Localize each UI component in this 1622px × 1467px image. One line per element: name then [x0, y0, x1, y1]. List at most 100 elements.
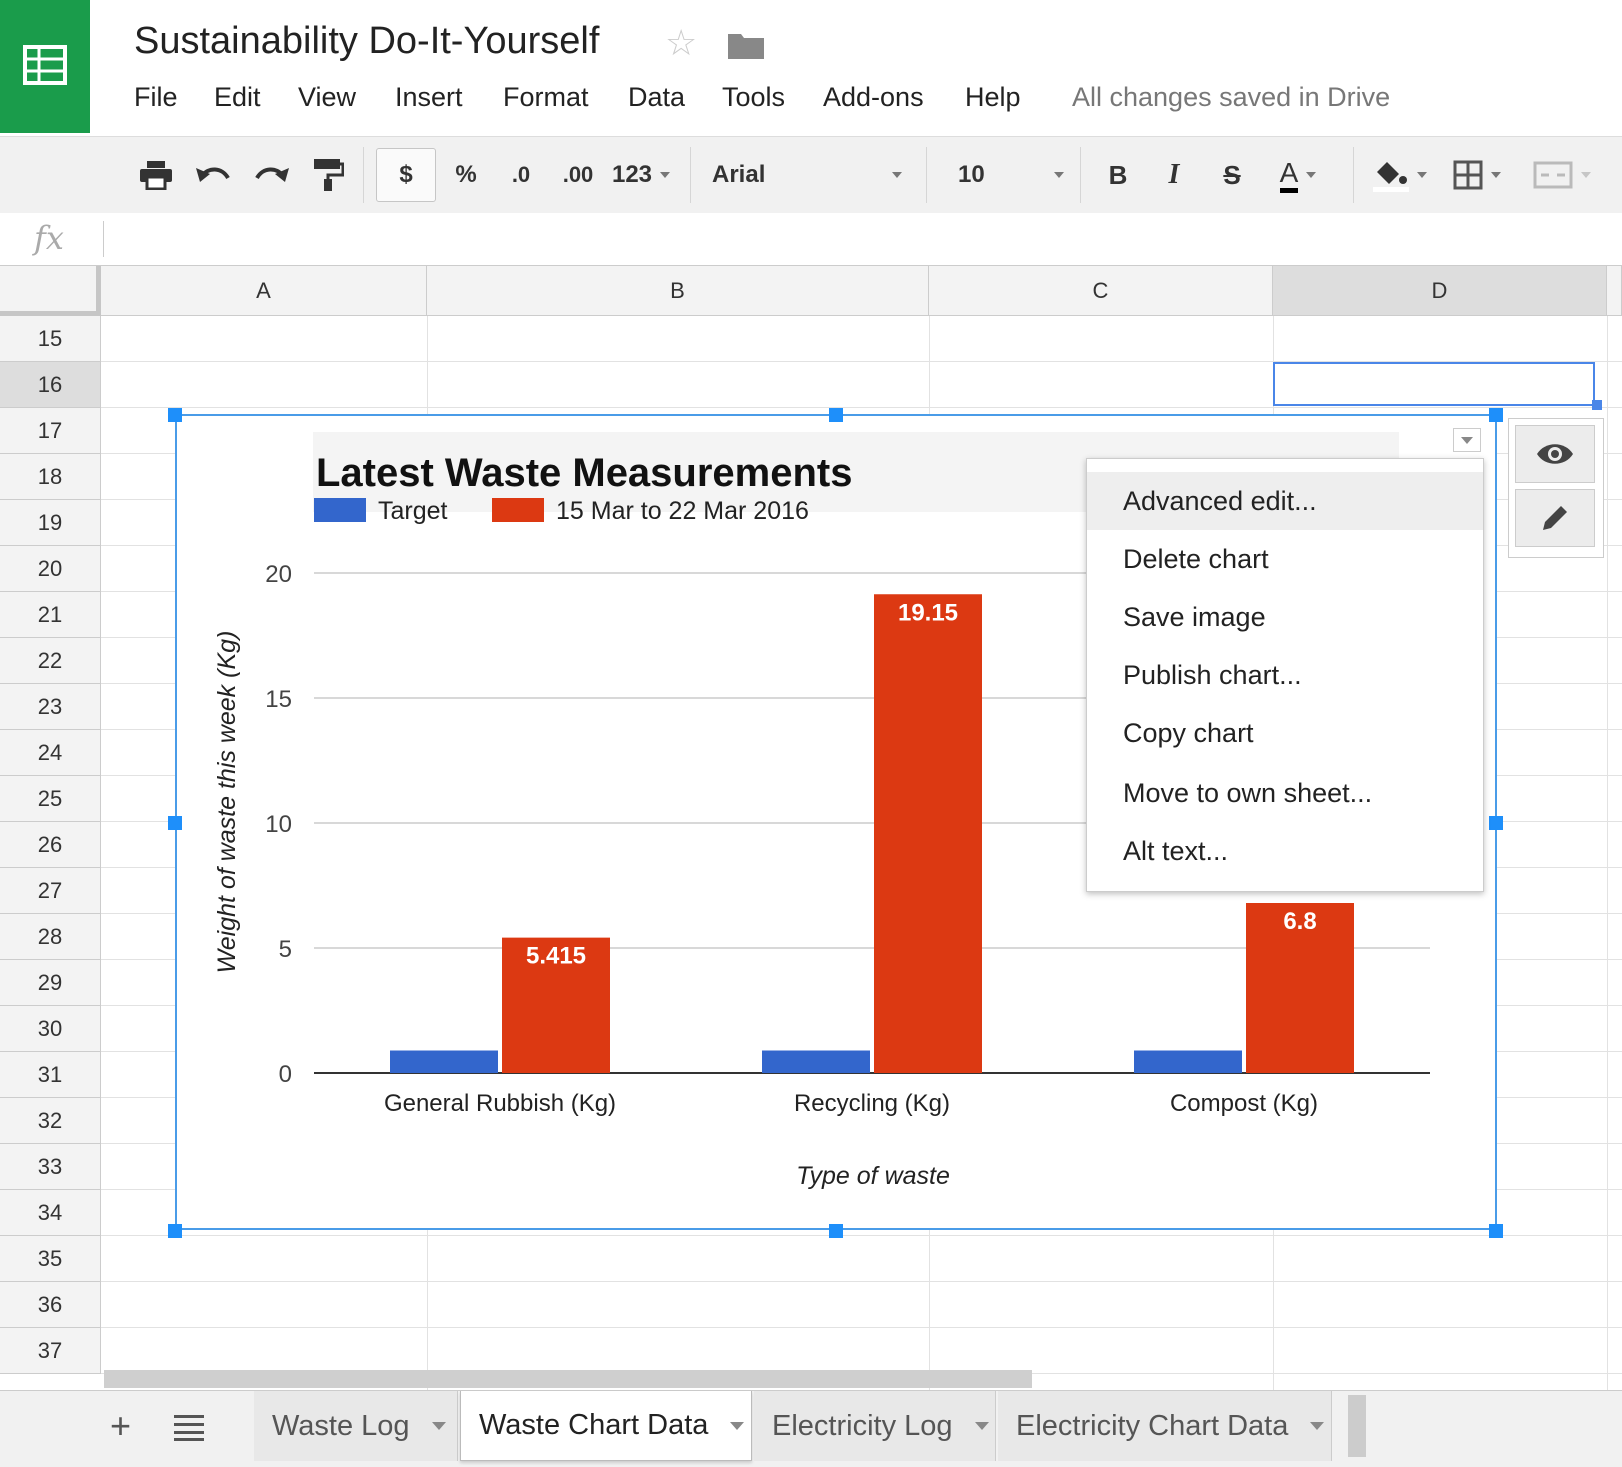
bar-target[interactable]: [762, 1050, 870, 1074]
undo-button[interactable]: [192, 137, 234, 213]
selected-cell[interactable]: [1273, 362, 1595, 406]
row-header[interactable]: 28: [0, 914, 101, 960]
bar-measurement[interactable]: [874, 594, 982, 1073]
menu-view[interactable]: View: [298, 82, 356, 113]
row-header[interactable]: 37: [0, 1328, 101, 1374]
horizontal-scrollbar[interactable]: [104, 1370, 1032, 1388]
text-color-button[interactable]: A: [1262, 137, 1334, 213]
row-header[interactable]: 23: [0, 684, 101, 730]
document-title[interactable]: Sustainability Do-It-Yourself: [134, 20, 599, 63]
menu-help[interactable]: Help: [965, 82, 1021, 113]
column-header-b[interactable]: B: [427, 266, 929, 316]
decrease-decimal-button[interactable]: .0: [500, 137, 542, 213]
row-header[interactable]: 29: [0, 960, 101, 1006]
row-header[interactable]: 17: [0, 408, 101, 454]
menu-delete-chart[interactable]: Delete chart: [1087, 530, 1483, 588]
borders-button[interactable]: [1449, 137, 1505, 213]
menu-alt-text[interactable]: Alt text...: [1087, 822, 1483, 880]
column-header-a[interactable]: A: [101, 266, 427, 316]
row-header[interactable]: 24: [0, 730, 101, 776]
chevron-down-icon[interactable]: [730, 1421, 745, 1430]
chevron-down-icon[interactable]: [431, 1422, 446, 1430]
paint-format-button[interactable]: [308, 137, 348, 213]
sheet-tab-electricity-log[interactable]: Electricity Log: [754, 1391, 996, 1461]
strikethrough-button[interactable]: S: [1214, 137, 1250, 213]
font-size-dropdown[interactable]: 10: [958, 137, 1064, 213]
select-all-corner[interactable]: [0, 266, 101, 316]
menu-addons[interactable]: Add-ons: [823, 82, 924, 113]
view-chart-button[interactable]: [1515, 425, 1595, 483]
row-header[interactable]: 26: [0, 822, 101, 868]
resize-handle-bottom[interactable]: [829, 1224, 843, 1238]
formula-input[interactable]: [112, 219, 1602, 259]
resize-handle-top-left[interactable]: [168, 408, 182, 422]
bold-button[interactable]: B: [1100, 137, 1136, 213]
resize-handle-right[interactable]: [1489, 816, 1503, 830]
resize-handle-left[interactable]: [168, 816, 182, 830]
chart-side-panel: [1508, 418, 1604, 558]
resize-handle-top[interactable]: [829, 408, 843, 422]
menu-insert[interactable]: Insert: [395, 82, 463, 113]
all-sheets-button[interactable]: [174, 1415, 204, 1446]
font-family-dropdown[interactable]: Arial: [712, 137, 902, 213]
edit-chart-button[interactable]: [1515, 489, 1595, 547]
sheet-tab-waste-log[interactable]: Waste Log: [254, 1391, 458, 1461]
menu-edit[interactable]: Edit: [214, 82, 261, 113]
percent-format-button[interactable]: %: [448, 137, 484, 213]
redo-button[interactable]: [251, 137, 293, 213]
row-header[interactable]: 18: [0, 454, 101, 500]
bar-data-label: 5.415: [526, 943, 586, 970]
row-header[interactable]: 27: [0, 868, 101, 914]
row-header[interactable]: 19: [0, 500, 101, 546]
italic-button[interactable]: I: [1156, 137, 1192, 213]
merge-cells-button[interactable]: [1524, 137, 1600, 213]
row-header[interactable]: 33: [0, 1144, 101, 1190]
folder-icon[interactable]: [727, 30, 765, 60]
row-header[interactable]: 20: [0, 546, 101, 592]
row-header[interactable]: 35: [0, 1236, 101, 1282]
menu-format[interactable]: Format: [503, 82, 589, 113]
resize-handle-bottom-right[interactable]: [1489, 1224, 1503, 1238]
sheets-logo[interactable]: [0, 0, 90, 133]
currency-format-button[interactable]: $: [376, 148, 436, 202]
fill-color-button[interactable]: [1369, 137, 1431, 213]
row-header[interactable]: 31: [0, 1052, 101, 1098]
row-header[interactable]: 30: [0, 1006, 101, 1052]
row-header[interactable]: 34: [0, 1190, 101, 1236]
chevron-down-icon[interactable]: [1310, 1422, 1325, 1430]
menu-move-to-own-sheet[interactable]: Move to own sheet...: [1087, 764, 1483, 822]
menu-tools[interactable]: Tools: [722, 82, 785, 113]
fill-handle[interactable]: [1592, 400, 1602, 410]
chart-menu-button[interactable]: [1453, 428, 1481, 452]
resize-handle-bottom-left[interactable]: [168, 1224, 182, 1238]
row-header[interactable]: 15: [0, 316, 101, 362]
bar-target[interactable]: [1134, 1050, 1242, 1074]
row-header[interactable]: 32: [0, 1098, 101, 1144]
sheet-tab-waste-chart-data[interactable]: Waste Chart Data: [460, 1391, 752, 1461]
row-header[interactable]: 16: [0, 362, 101, 408]
menu-data[interactable]: Data: [628, 82, 685, 113]
chevron-down-icon[interactable]: [974, 1422, 989, 1430]
row-header[interactable]: 21: [0, 592, 101, 638]
star-icon[interactable]: ☆: [665, 22, 697, 64]
column-header-c[interactable]: C: [929, 266, 1273, 316]
menu-file[interactable]: File: [134, 82, 178, 113]
increase-decimal-button[interactable]: .00: [554, 137, 602, 213]
more-formats-dropdown[interactable]: 123: [608, 137, 674, 213]
menu-copy-chart[interactable]: Copy chart: [1087, 704, 1483, 762]
bar-target[interactable]: [390, 1050, 498, 1074]
resize-handle-top-right[interactable]: [1489, 408, 1503, 422]
row-header[interactable]: 36: [0, 1282, 101, 1328]
column-header-d[interactable]: D: [1273, 266, 1607, 316]
tab-scroll-bar[interactable]: [1348, 1395, 1366, 1457]
row-header[interactable]: 25: [0, 776, 101, 822]
menu-advanced-edit[interactable]: Advanced edit...: [1087, 472, 1483, 530]
add-sheet-button[interactable]: +: [110, 1405, 131, 1447]
undo-icon: [196, 167, 230, 182]
row-header[interactable]: 22: [0, 638, 101, 684]
print-button[interactable]: [135, 137, 177, 213]
menu-save-image[interactable]: Save image: [1087, 588, 1483, 646]
save-status[interactable]: All changes saved in Drive: [1072, 82, 1390, 113]
menu-publish-chart[interactable]: Publish chart...: [1087, 646, 1483, 704]
sheet-tab-electricity-chart-data[interactable]: Electricity Chart Data: [998, 1391, 1332, 1461]
